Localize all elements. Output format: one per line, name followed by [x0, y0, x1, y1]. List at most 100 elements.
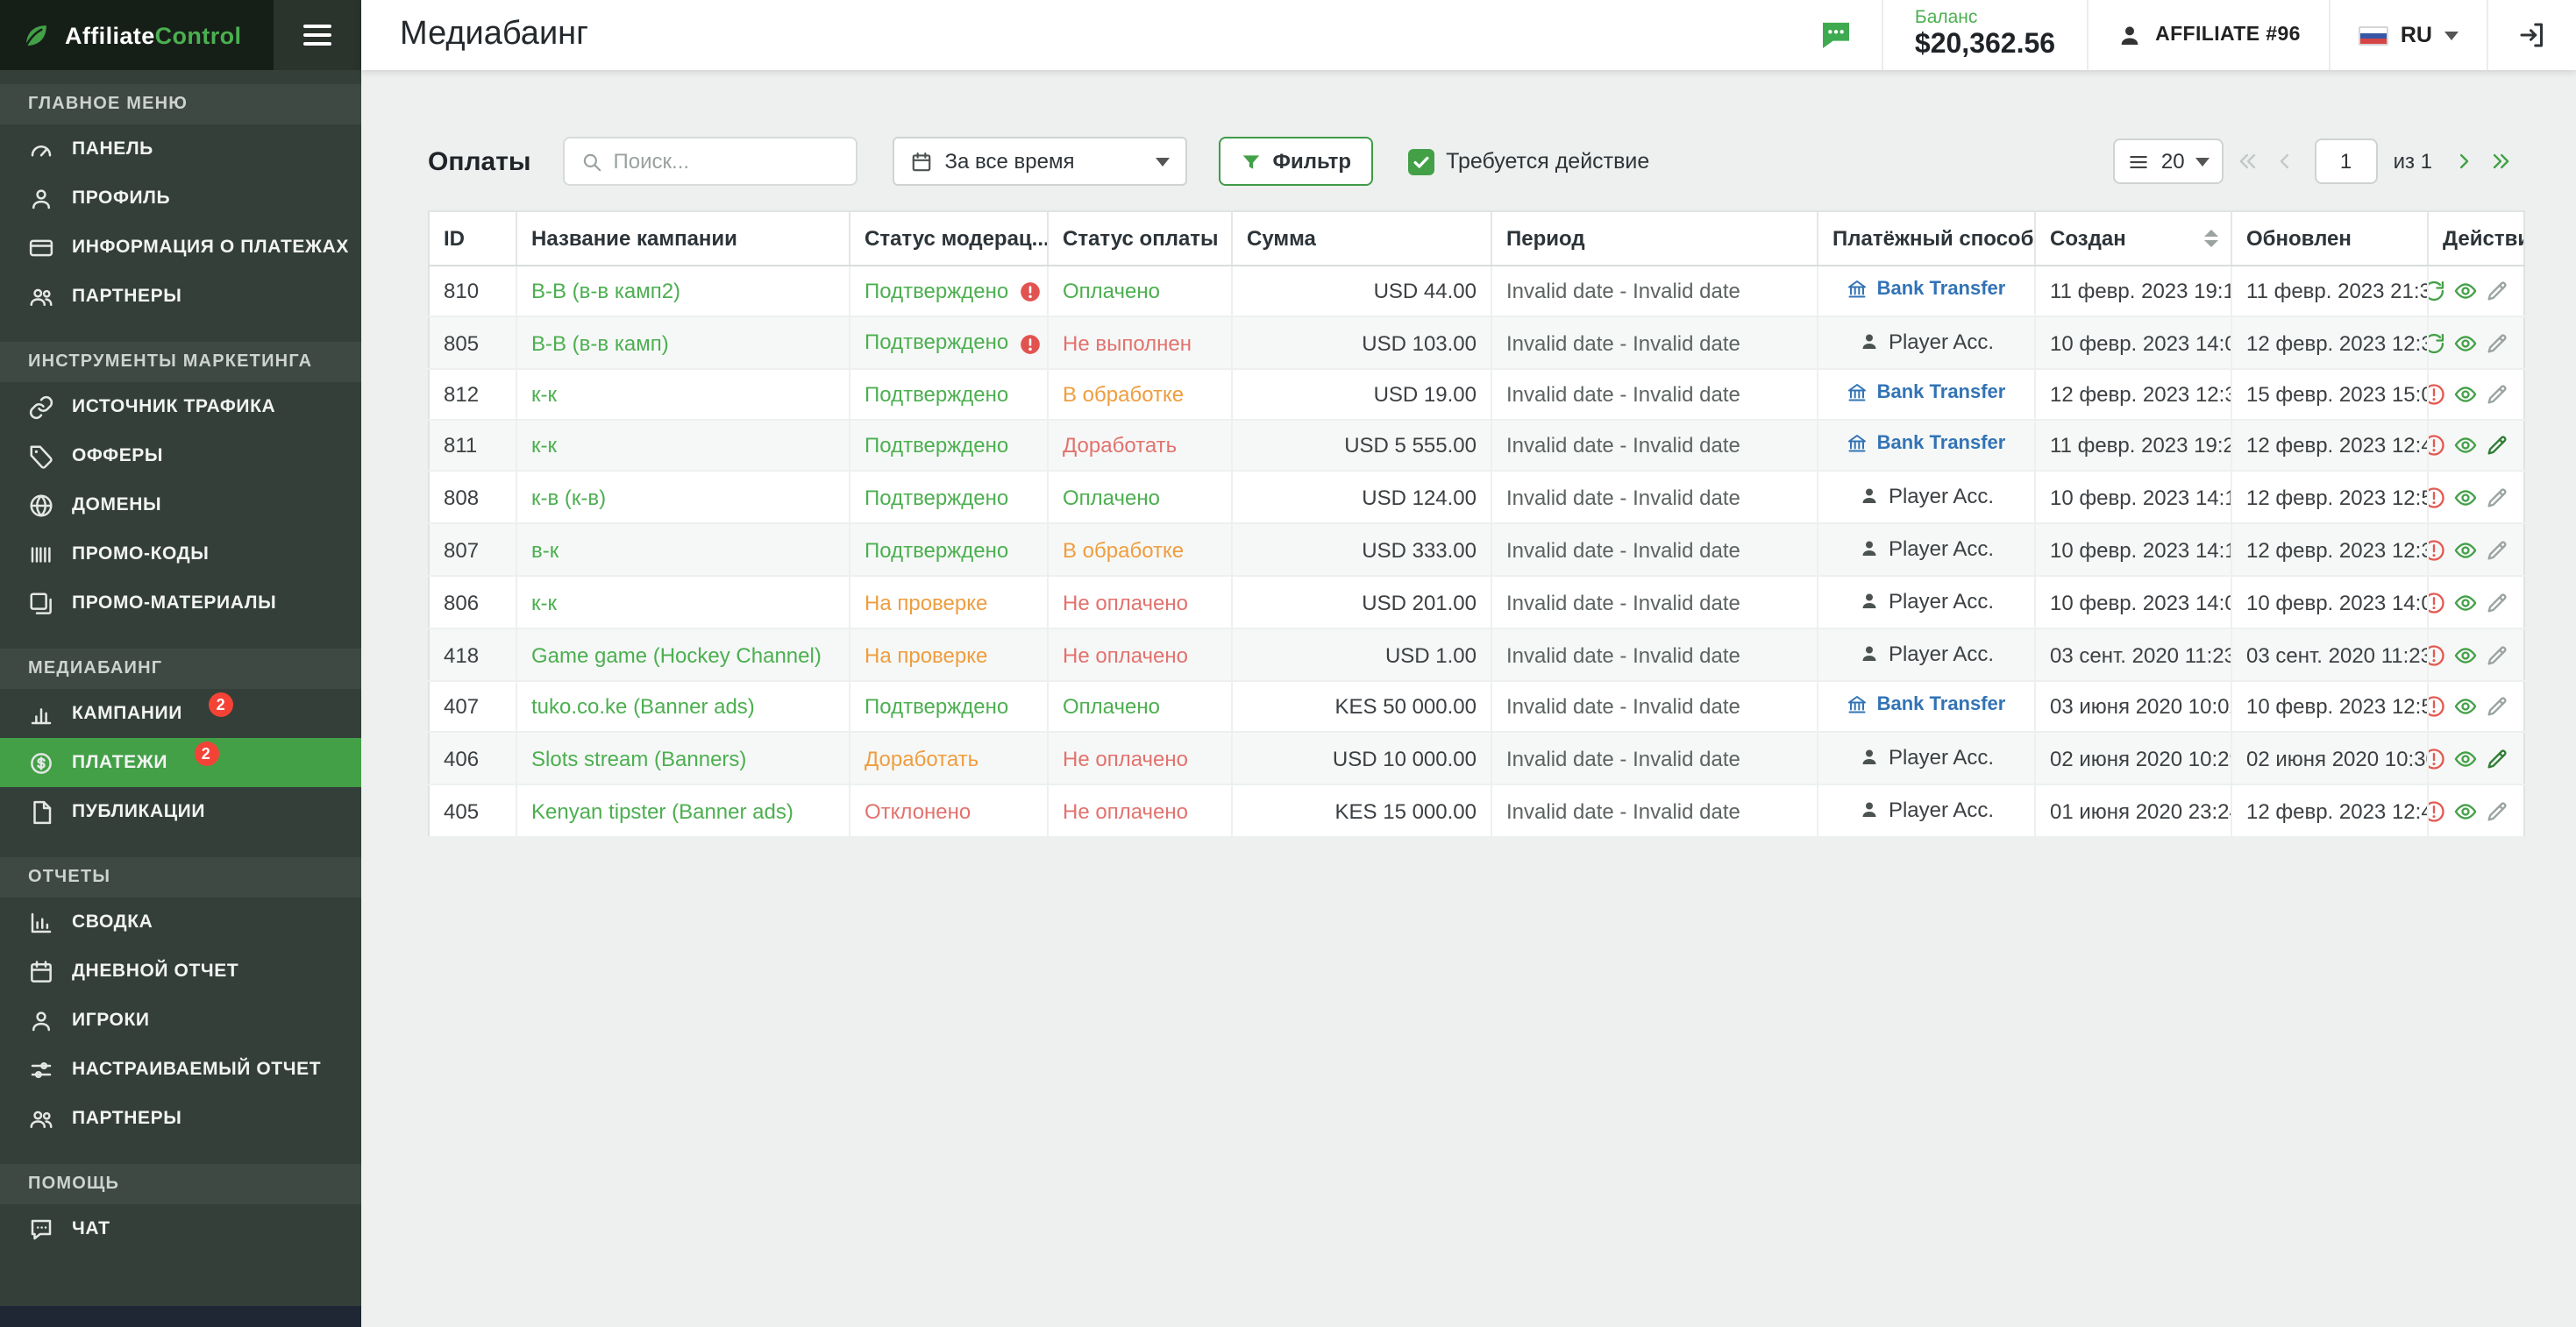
- campaign-link[interactable]: В-В (в-в камп): [531, 330, 669, 355]
- cell-payment-status: Не оплачено: [1048, 576, 1232, 628]
- eye-icon[interactable]: [2453, 382, 2478, 407]
- column-header[interactable]: Статус модерац...: [850, 211, 1048, 266]
- campaign-link[interactable]: к-к: [531, 382, 557, 407]
- sidebar-item-payments[interactable]: ПЛАТЕЖИ2: [0, 738, 361, 787]
- campaign-link[interactable]: к-в (к-в): [531, 485, 606, 509]
- sidebar-item-summary[interactable]: СВОДКА: [0, 898, 361, 947]
- payment-method-link[interactable]: Bank Transfer: [1847, 693, 2006, 714]
- alert-icon[interactable]: [2428, 798, 2446, 823]
- sidebar-item-domains[interactable]: ДОМЕНЫ: [0, 480, 361, 529]
- next-page-button[interactable]: [2451, 149, 2476, 174]
- prev-page-button[interactable]: [2273, 149, 2297, 174]
- alert-icon[interactable]: [2428, 590, 2446, 614]
- campaign-link[interactable]: Kenyan tipster (Banner ads): [531, 798, 793, 823]
- pencil-icon[interactable]: [2485, 694, 2509, 719]
- sidebar-item-payment-info[interactable]: ИНФОРМАЦИЯ О ПЛАТЕЖАХ: [0, 223, 361, 272]
- sidebar-item-dashboard[interactable]: ПАНЕЛЬ: [0, 124, 361, 174]
- pencil-icon[interactable]: [2485, 279, 2509, 303]
- eye-icon[interactable]: [2453, 485, 2478, 509]
- cell-payment-status: Не оплачено: [1048, 628, 1232, 681]
- sidebar-item-partners[interactable]: ПАРТНЕРЫ: [0, 272, 361, 321]
- pencil-icon[interactable]: [2485, 485, 2509, 509]
- pencil-icon[interactable]: [2485, 330, 2509, 355]
- sidebar-item-offers[interactable]: ОФФЕРЫ: [0, 431, 361, 480]
- eye-icon[interactable]: [2453, 694, 2478, 719]
- sidebar-item-daily-report[interactable]: ДНЕВНОЙ ОТЧЕТ: [0, 947, 361, 996]
- sort-icon[interactable]: [2204, 230, 2218, 247]
- sidebar-item-promo-codes[interactable]: ПРОМО-КОДЫ: [0, 529, 361, 578]
- last-page-button[interactable]: [2488, 149, 2513, 174]
- column-header[interactable]: ID: [429, 211, 516, 266]
- sidebar-item-label: ПАРТНЕРЫ: [72, 1108, 181, 1129]
- alert-icon[interactable]: [2428, 382, 2446, 407]
- pencil-icon[interactable]: [2485, 590, 2509, 614]
- campaign-link[interactable]: В-В (в-в камп2): [531, 279, 680, 303]
- column-header[interactable]: Сумма: [1232, 211, 1491, 266]
- logout-button[interactable]: [2487, 0, 2576, 70]
- account-menu[interactable]: AFFILIATE #96: [2087, 0, 2329, 70]
- logo[interactable]: AffiliateControl: [0, 0, 274, 70]
- alert-icon[interactable]: [2428, 485, 2446, 509]
- sidebar-item-traffic-source[interactable]: ИСТОЧНИК ТРАФИКА: [0, 382, 361, 431]
- column-header[interactable]: Создан: [2035, 211, 2231, 266]
- payment-method-link[interactable]: Bank Transfer: [1847, 381, 2006, 402]
- pencil-icon[interactable]: [2485, 433, 2509, 458]
- sidebar-item-partners-report[interactable]: ПАРТНЕРЫ: [0, 1094, 361, 1143]
- payment-method-label: Bank Transfer: [1877, 693, 2006, 714]
- chat-button[interactable]: [1790, 0, 1882, 70]
- eye-icon[interactable]: [2453, 537, 2478, 562]
- sidebar-item-players[interactable]: ИГРОКИ: [0, 996, 361, 1045]
- eye-icon[interactable]: [2453, 433, 2478, 458]
- alert-icon[interactable]: [2428, 433, 2446, 458]
- eye-icon[interactable]: [2453, 279, 2478, 303]
- replay-icon[interactable]: [2428, 330, 2446, 355]
- sidebar-item-campaigns[interactable]: КАМПАНИИ2: [0, 689, 361, 738]
- campaign-link[interactable]: Game game (Hockey Channel): [531, 642, 822, 667]
- search-input[interactable]: [614, 149, 840, 174]
- payment-method-link[interactable]: Bank Transfer: [1847, 432, 2006, 453]
- sidebar-item-custom-report[interactable]: НАСТРАИВАЕМЫЙ ОТЧЕТ: [0, 1045, 361, 1094]
- campaign-link[interactable]: к-к: [531, 433, 557, 458]
- campaign-link[interactable]: Slots stream (Banners): [531, 746, 746, 770]
- eye-icon[interactable]: [2453, 746, 2478, 770]
- eye-icon[interactable]: [2453, 330, 2478, 355]
- action-required-checkbox[interactable]: [1407, 148, 1434, 174]
- eye-icon[interactable]: [2453, 590, 2478, 614]
- column-header[interactable]: Статус оплаты: [1048, 211, 1232, 266]
- replay-icon[interactable]: [2428, 279, 2446, 303]
- language-selector[interactable]: RU: [2329, 0, 2487, 70]
- alert-icon[interactable]: [2428, 642, 2446, 667]
- pencil-icon[interactable]: [2485, 382, 2509, 407]
- column-header[interactable]: Обновлен: [2231, 211, 2428, 266]
- sidebar-item-profile[interactable]: ПРОФИЛЬ: [0, 174, 361, 223]
- sidebar-item-promo-materials[interactable]: ПРОМО-МАТЕРИАЛЫ: [0, 578, 361, 628]
- payment-method-label: Player Acc.: [1889, 641, 1994, 665]
- sidebar-item-chat[interactable]: ЧАТ: [0, 1204, 361, 1253]
- cell-actions: [2428, 628, 2524, 681]
- campaign-link[interactable]: к-к: [531, 590, 557, 614]
- period-select[interactable]: За все время: [893, 137, 1187, 186]
- cell-payment-method: Bank Transfer: [1818, 266, 2035, 316]
- eye-icon[interactable]: [2453, 798, 2478, 823]
- eye-icon[interactable]: [2453, 642, 2478, 667]
- pencil-icon[interactable]: [2485, 642, 2509, 667]
- first-page-button[interactable]: [2236, 149, 2260, 174]
- alert-icon[interactable]: [2428, 746, 2446, 770]
- column-header[interactable]: Период: [1491, 211, 1818, 266]
- filter-button[interactable]: Фильтр: [1219, 137, 1373, 186]
- pencil-icon[interactable]: [2485, 746, 2509, 770]
- column-header[interactable]: Платёжный способ: [1818, 211, 2035, 266]
- pencil-icon[interactable]: [2485, 798, 2509, 823]
- payment-method-link[interactable]: Bank Transfer: [1847, 278, 2006, 299]
- page-number-input[interactable]: [2315, 138, 2378, 184]
- sidebar-item-publications[interactable]: ПУБЛИКАЦИИ: [0, 787, 361, 836]
- hamburger-menu-button[interactable]: [274, 0, 361, 70]
- campaign-link[interactable]: в-к: [531, 537, 559, 562]
- column-header[interactable]: Название кампании: [516, 211, 850, 266]
- alert-icon[interactable]: [2428, 694, 2446, 719]
- campaign-link[interactable]: tuko.co.ke (Banner ads): [531, 694, 755, 719]
- alert-icon[interactable]: [2428, 537, 2446, 562]
- page-size-select[interactable]: 20: [2114, 138, 2224, 184]
- pencil-icon[interactable]: [2485, 537, 2509, 562]
- column-header[interactable]: Действия: [2428, 211, 2524, 266]
